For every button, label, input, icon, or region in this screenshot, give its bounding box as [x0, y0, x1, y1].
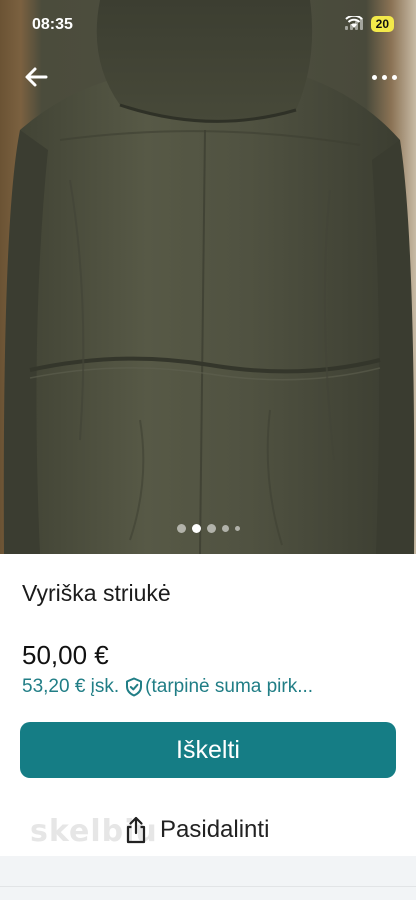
bottom-spacer	[0, 856, 416, 900]
listing-title: Vyriška striukė	[22, 580, 171, 606]
listing-details: Vyriška striukė 50,00 € 53,20 € įsk. (ta…	[0, 554, 416, 856]
pager-dot[interactable]	[176, 524, 186, 533]
pager-dot[interactable]	[206, 524, 216, 533]
shield-check-icon	[125, 677, 143, 697]
share-row: skelbiu Pasidalinti	[0, 812, 416, 849]
pager-dot-active[interactable]	[191, 524, 201, 533]
price-incl-value: 53,20 € įsk.	[22, 676, 120, 697]
share-icon	[126, 816, 146, 844]
status-icons: 20	[344, 16, 394, 32]
share-button[interactable]: Pasidalinti	[124, 812, 269, 848]
jacket-image	[3, 0, 415, 554]
pager-dot[interactable]	[234, 526, 240, 531]
listing-price: 50,00 €	[22, 640, 109, 670]
promote-button[interactable]: Iškelti	[20, 722, 396, 778]
arrow-left-icon	[25, 67, 48, 87]
back-button[interactable]	[20, 60, 54, 94]
gallery-pager	[0, 524, 416, 533]
share-label: Pasidalinti	[160, 816, 270, 843]
pager-dot[interactable]	[221, 525, 229, 532]
status-time: 08:35	[32, 16, 73, 33]
divider	[0, 886, 416, 887]
battery-icon: 20	[370, 16, 394, 32]
more-options-button[interactable]	[366, 66, 402, 88]
price-incl-note: (tarpinė suma pirk...	[145, 676, 314, 697]
wifi-icon	[344, 16, 363, 28]
listing-photo[interactable]: 08:35 20	[0, 0, 416, 554]
price-with-protection[interactable]: 53,20 € įsk. (tarpinė suma pirk...	[22, 676, 400, 698]
more-dots-icon	[371, 74, 377, 80]
